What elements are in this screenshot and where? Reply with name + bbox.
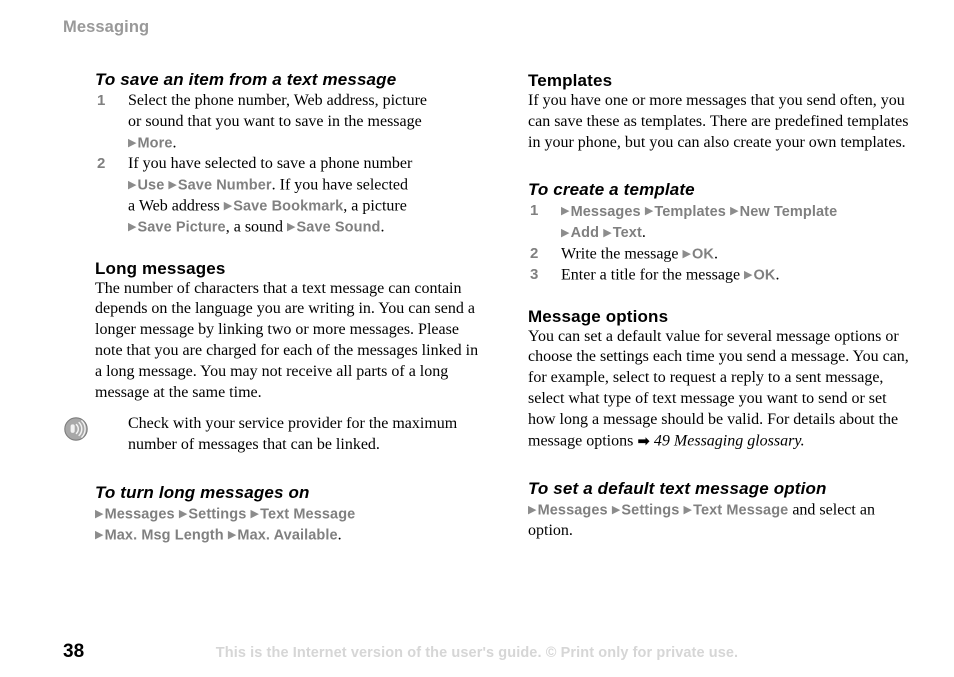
paragraph-message-options-text: You can set a default value for several … — [528, 327, 909, 450]
step-item: 2 If you have selected to save a phone n… — [95, 154, 485, 239]
paragraph-templates: If you have one or more messages that yo… — [528, 92, 909, 151]
step-text-continued: . If you have selected — [271, 176, 409, 194]
menu-ref-settings[interactable]: Settings — [621, 502, 679, 518]
tip-note-icon — [64, 417, 88, 442]
running-head: Messaging — [63, 18, 150, 36]
heading-message-options: Message options — [528, 306, 669, 326]
heading-long-messages: Long messages — [95, 258, 226, 278]
menu-path-punctuation: . — [641, 224, 646, 242]
right-column: Templates If you have one or more messag… — [528, 70, 910, 542]
menu-ref-templates[interactable]: Templates — [654, 204, 726, 220]
menu-ref-messages[interactable]: Messages — [571, 204, 641, 220]
step-text-continued: , a sound — [225, 218, 284, 236]
menu-ref-messages[interactable]: Messages — [105, 506, 175, 522]
menu-path-turn-long-on: ▶Messages ▶Settings ▶Text Message ▶Max. … — [95, 504, 485, 547]
menu-ref-use[interactable]: Use — [137, 177, 164, 193]
step-item: 1 Select the phone number, Web address, … — [95, 91, 485, 154]
step-number: 2 — [530, 244, 539, 262]
menu-triangle-icon: ▶ — [168, 177, 177, 191]
step-text-line2: or sound that you want to save in the me… — [128, 112, 422, 130]
menu-triangle-icon: ▶ — [683, 502, 693, 516]
menu-triangle-icon: ▶ — [611, 502, 621, 516]
steps-create-template: 1 ▶Messages ▶Templates ▶New Template ▶Ad… — [528, 201, 910, 286]
menu-ref-new-template[interactable]: New Template — [740, 204, 838, 220]
menu-ref-ok[interactable]: OK — [754, 268, 776, 284]
menu-ref-messages[interactable]: Messages — [538, 502, 608, 518]
menu-ref-settings[interactable]: Settings — [188, 506, 246, 522]
menu-ref-text[interactable]: Text — [613, 225, 642, 241]
menu-triangle-icon: ▶ — [95, 528, 104, 542]
menu-triangle-icon: ▶ — [528, 502, 537, 516]
step-item: 2 Write the message ▶OK. — [528, 244, 910, 265]
menu-ref-save-bookmark[interactable]: Save Bookmark — [233, 198, 343, 214]
menu-path-punctuation: . — [337, 526, 342, 544]
heading-turn-long-messages-on: To turn long messages on — [95, 482, 310, 502]
menu-triangle-icon: ▶ — [178, 506, 188, 520]
heading-create-template-procedure: To create a template — [528, 180, 695, 200]
menu-triangle-icon: ▶ — [744, 268, 753, 282]
menu-ref-text-message[interactable]: Text Message — [693, 502, 788, 518]
cross-reference-link[interactable]: 49 Messaging glossary. — [654, 432, 805, 449]
menu-path-default-option: ▶Messages ▶Settings ▶Text Message and se… — [528, 500, 910, 542]
menu-triangle-icon: ▶ — [561, 225, 570, 239]
step-number: 2 — [97, 154, 106, 172]
step-punctuation: . — [380, 218, 385, 236]
cross-reference-arrow-icon: ➡ — [637, 431, 650, 450]
step-item: 1 ▶Messages ▶Templates ▶New Template ▶Ad… — [528, 201, 910, 244]
menu-ref-max-msg-length[interactable]: Max. Msg Length — [105, 528, 224, 544]
step-text: Enter a title for the message — [561, 266, 741, 284]
step-text: Write the message — [561, 245, 679, 263]
step-number: 3 — [530, 266, 539, 284]
menu-ref-ok[interactable]: OK — [692, 246, 714, 262]
menu-ref-save-picture[interactable]: Save Picture — [137, 220, 225, 236]
page-footer: 38 This is the Internet version of the u… — [0, 641, 954, 667]
menu-triangle-icon: ▶ — [561, 204, 570, 218]
menu-triangle-icon: ▶ — [603, 225, 612, 239]
step-number: 1 — [97, 92, 106, 109]
step-punctuation: . — [713, 245, 718, 263]
menu-triangle-icon: ▶ — [682, 246, 691, 260]
step-number: 1 — [530, 202, 539, 220]
menu-triangle-icon: ▶ — [644, 204, 654, 218]
step-item: 3 Enter a title for the message ▶OK. — [528, 265, 910, 286]
heading-save-item-procedure: To save an item from a text message — [95, 70, 397, 89]
heading-templates: Templates — [528, 71, 613, 90]
paragraph-long-messages: The number of characters that a text mes… — [95, 279, 479, 401]
step-text-line1: If you have selected to save a phone num… — [128, 154, 413, 172]
menu-ref-save-number[interactable]: Save Number — [178, 177, 272, 193]
menu-triangle-icon: ▶ — [287, 220, 296, 234]
left-column: To save an item from a text message 1 Se… — [64, 70, 485, 547]
menu-triangle-icon: ▶ — [223, 198, 233, 212]
steps-save-item: 1 Select the phone number, Web address, … — [95, 91, 485, 239]
paragraph-message-options: You can set a default value for several … — [528, 327, 910, 452]
menu-triangle-icon: ▶ — [730, 204, 739, 218]
note-text: Check with your service provider for the… — [128, 415, 458, 454]
step-text-line2: a Web address — [128, 197, 220, 215]
menu-ref-more[interactable]: More — [137, 135, 172, 151]
menu-triangle-icon: ▶ — [227, 528, 237, 542]
step-punctuation: . — [775, 266, 780, 284]
menu-triangle-icon: ▶ — [250, 506, 260, 520]
menu-ref-max-available[interactable]: Max. Available — [237, 528, 337, 544]
menu-ref-save-sound[interactable]: Save Sound — [297, 220, 381, 236]
menu-path-create-template: ▶Messages ▶Templates ▶New Template ▶Add … — [561, 204, 837, 241]
menu-ref-text-message[interactable]: Text Message — [260, 506, 355, 522]
step-text-continued: , a picture — [343, 197, 407, 215]
footer-copyright-note: This is the Internet version of the user… — [215, 645, 739, 661]
step-text-line1: Select the phone number, Web address, pi… — [128, 92, 428, 109]
step-punctuation: . — [172, 134, 177, 152]
heading-default-text-message-option: To set a default text message option — [528, 478, 827, 498]
menu-triangle-icon: ▶ — [95, 506, 104, 520]
menu-ref-add[interactable]: Add — [571, 225, 600, 241]
note-block: Check with your service provider for the… — [64, 414, 485, 456]
